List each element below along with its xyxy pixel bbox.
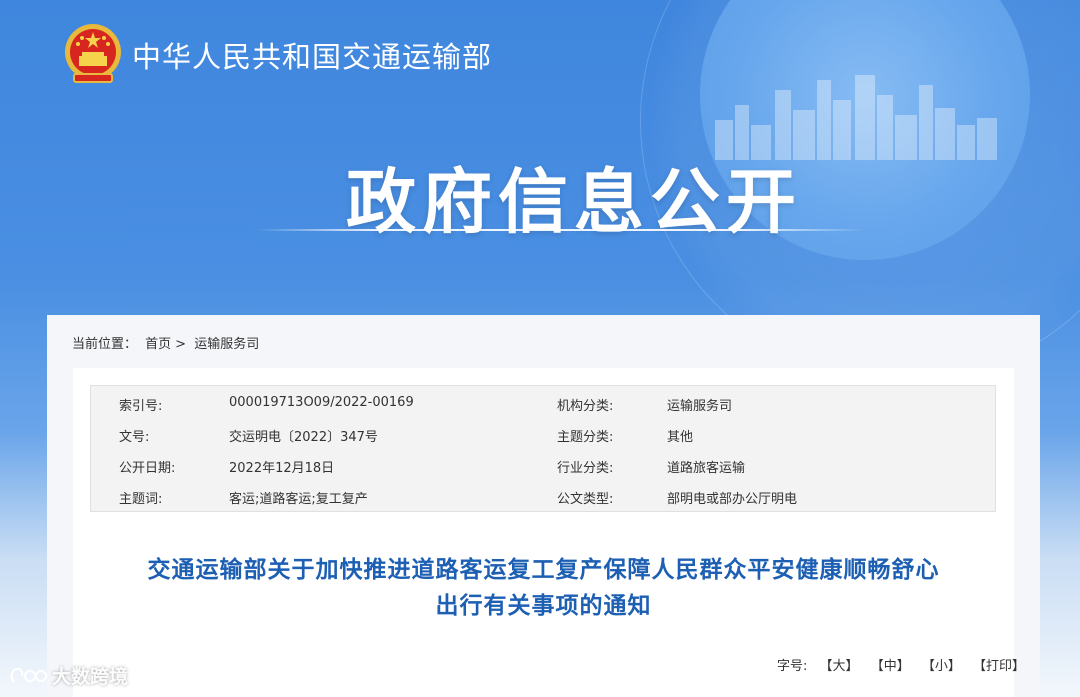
metadata-label: 主题词: xyxy=(119,492,163,507)
metadata-row: 文号: 交运明电〔2022〕347号 主题分类: 其他 xyxy=(91,426,995,446)
breadcrumb-home-link[interactable]: 首页 xyxy=(145,337,171,352)
font-size-large-button[interactable]: 【大】 xyxy=(820,659,859,674)
metadata-label: 文号: xyxy=(119,430,150,445)
metadata-value: 其他 xyxy=(667,430,694,445)
breadcrumb: 当前位置： 首页 > 运输服务司 xyxy=(72,333,263,352)
font-size-controls: 字号: 【大】 【中】 【小】 【打印】 xyxy=(777,655,1033,674)
metadata-row: 公开日期: 2022年12月18日 行业分类: 道路旅客运输 xyxy=(91,457,995,477)
breadcrumb-separator: > xyxy=(175,337,187,352)
metadata-value: 客运;道路客运;复工复产 xyxy=(229,492,368,507)
metadata-value: 2022年12月18日 xyxy=(229,461,335,476)
metadata-value: 交运明电〔2022〕347号 xyxy=(229,430,378,445)
metadata-value: 000019713O09/2022-00169 xyxy=(229,395,414,410)
metadata-row: 索引号: 000019713O09/2022-00169 机构分类: 运输服务司 xyxy=(91,395,995,415)
metadata-value: 运输服务司 xyxy=(667,399,733,414)
document-title-line-1: 交通运输部关于加快推进道路客运复工复产保障人民群众平安健康顺畅舒心 xyxy=(147,557,940,583)
metadata-value: 道路旅客运输 xyxy=(667,461,746,476)
document-metadata-table: 索引号: 000019713O09/2022-00169 机构分类: 运输服务司… xyxy=(90,385,996,512)
font-size-medium-button[interactable]: 【中】 xyxy=(871,659,910,674)
title-divider xyxy=(256,229,864,231)
metadata-label: 机构分类: xyxy=(557,399,614,414)
ministry-name[interactable]: 中华人民共和国交通运输部 xyxy=(132,34,492,76)
metadata-label: 主题分类: xyxy=(557,430,614,445)
print-button[interactable]: 【打印】 xyxy=(973,659,1025,674)
metadata-label: 公文类型: xyxy=(557,492,614,507)
page-title: 政府信息公开 xyxy=(346,161,802,243)
breadcrumb-prefix: 当前位置： xyxy=(72,337,138,352)
document-title: 交通运输部关于加快推进道路客运复工复产保障人民群众平安健康顺畅舒心 出行有关事项… xyxy=(73,552,1014,624)
watermark-text: 大数跨境 xyxy=(52,666,129,688)
font-size-small-button[interactable]: 【小】 xyxy=(922,659,961,674)
metadata-label: 索引号: xyxy=(119,399,163,414)
metadata-row: 主题词: 客运;道路客运;复工复产 公文类型: 部明电或部办公厅明电 xyxy=(91,488,995,508)
metadata-value: 部明电或部办公厅明电 xyxy=(667,492,798,507)
metadata-label: 公开日期: xyxy=(119,461,176,476)
document-title-line-2: 出行有关事项的通知 xyxy=(435,593,652,619)
metadata-label: 行业分类: xyxy=(557,461,614,476)
font-size-label: 字号: xyxy=(777,659,808,674)
watermark-logo-icon xyxy=(10,667,48,683)
national-emblem-icon xyxy=(65,24,121,83)
breadcrumb-department-link[interactable]: 运输服务司 xyxy=(194,337,259,352)
